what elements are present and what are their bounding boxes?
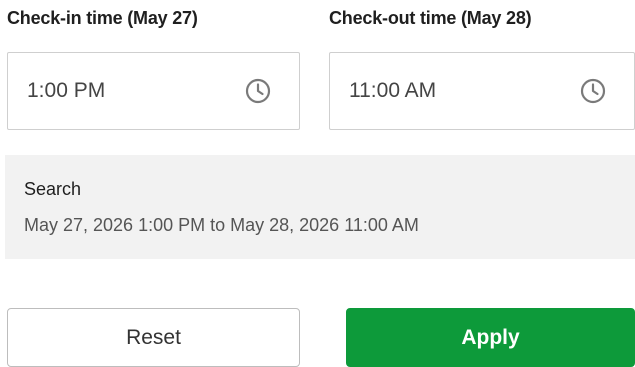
checkin-time-input[interactable]: 1:00 PM [7,52,300,130]
checkin-time-label: Check-in time (May 27) [7,8,198,28]
checkout-time-value: 11:00 AM [349,79,437,102]
checkin-time-value: 1:00 PM [27,79,106,102]
search-date-range: May 27, 2026 1:00 PM to May 28, 2026 11:… [24,215,419,235]
search-summary-panel: Search May 27, 2026 1:00 PM to May 28, 2… [5,155,635,259]
search-heading: Search [24,179,82,199]
clock-icon [580,78,606,104]
checkout-time-input[interactable]: 11:00 AM [329,52,635,130]
checkout-time-label: Check-out time (May 28) [329,8,532,28]
clock-icon [245,78,271,104]
apply-button[interactable]: Apply [346,308,635,367]
reset-button[interactable]: Reset [7,308,300,367]
time-selection-panel: Check-in time (May 27) Check-out time (M… [0,0,635,367]
